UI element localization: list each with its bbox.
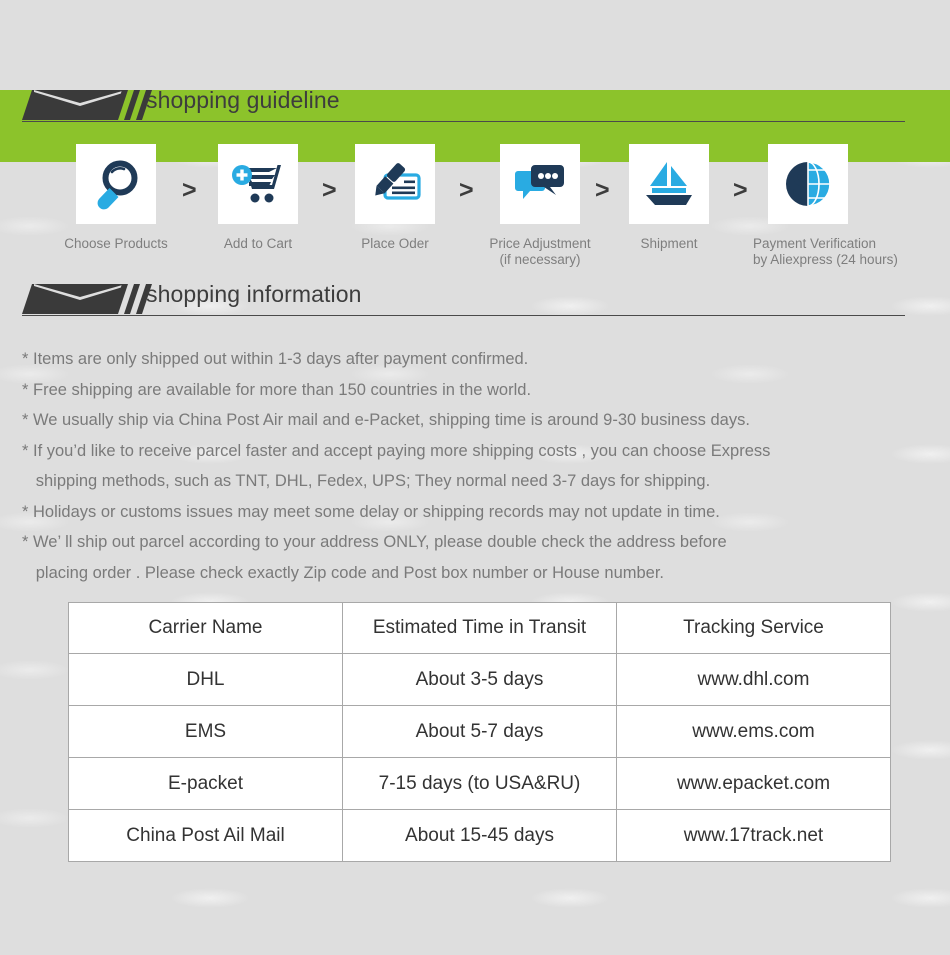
cell-tracking-service[interactable]: www.dhl.com <box>616 653 891 706</box>
cell-estimated-time: About 5-7 days <box>342 705 617 758</box>
table-row: EMS About 5-7 days www.ems.com <box>68 705 891 758</box>
cell-estimated-time: About 3-5 days <box>342 653 617 706</box>
step-price-adjustment[interactable]: Price Adjustment (if necessary) <box>485 144 595 268</box>
page-content: shopping guideline Choose Products > Add… <box>0 87 950 862</box>
step-label: Place Oder <box>340 236 450 252</box>
step-icon-box <box>76 144 156 224</box>
magnifier-icon <box>97 160 138 210</box>
step-label-line1: Choose Products <box>64 236 168 251</box>
cell-tracking-service[interactable]: www.epacket.com <box>616 757 891 810</box>
cell-carrier-name: E-packet <box>68 757 343 810</box>
info-line: * We’ ll ship out parcel according to yo… <box>22 533 727 551</box>
shipping-info-list: * Items are only shipped out within 1-3 … <box>0 344 950 588</box>
step-choose-products[interactable]: Choose Products <box>61 144 171 252</box>
info-line: * Holidays or customs issues may meet so… <box>22 502 720 521</box>
step-label: Shipment <box>614 236 724 252</box>
step-label: Choose Products <box>61 236 171 252</box>
step-icon-box <box>629 144 709 224</box>
step-label-line1: Payment Verification <box>753 236 877 251</box>
sailboat-icon <box>646 162 692 205</box>
step-label-line1: Price Adjustment <box>489 236 591 251</box>
cell-tracking-service[interactable]: www.17track.net <box>616 809 891 862</box>
step-label-line1: Shipment <box>640 236 698 251</box>
table-header-row: Carrier Name Estimated Time in Transit T… <box>68 602 891 654</box>
step-add-to-cart[interactable]: Add to Cart <box>203 144 313 252</box>
cell-carrier-name: China Post Ail Mail <box>68 809 343 862</box>
table-row: DHL About 3-5 days www.dhl.com <box>68 653 891 706</box>
chevron-right-icon-5: > <box>733 176 748 204</box>
info-line: placing order . Please check exactly Zip… <box>22 563 665 582</box>
table-header-estimated-time: Estimated Time in Transit <box>342 602 617 654</box>
guideline-title: shopping guideline <box>146 87 340 113</box>
step-place-order[interactable]: Place Oder <box>340 144 450 252</box>
step-label: Price Adjustment (if necessary) <box>485 236 595 268</box>
info-line: shipping methods, such as TNT, DHL, Fede… <box>22 472 711 490</box>
table-row: China Post Ail Mail About 15-45 days www… <box>68 809 891 862</box>
table-header-carrier-name: Carrier Name <box>68 602 343 654</box>
chevron-right-icon-2: > <box>322 176 337 204</box>
table-header-tracking-service: Tracking Service <box>616 602 891 654</box>
cell-carrier-name: DHL <box>68 653 343 706</box>
cell-estimated-time: 7-15 days (to USA&RU) <box>342 757 617 810</box>
info-line: * Items are only shipped out within 1-3 … <box>22 350 529 368</box>
chat-bubbles-icon <box>515 165 564 199</box>
information-title: shopping information <box>146 281 362 307</box>
step-label: Payment Verification by Aliexpress (24 h… <box>753 236 898 268</box>
step-label-line1: Place Oder <box>361 236 429 251</box>
step-icon-box <box>218 144 298 224</box>
step-label: Add to Cart <box>203 236 313 252</box>
guideline-steps: Choose Products > Add to Cart > Place Od… <box>0 144 950 274</box>
step-payment-verification[interactable]: $ Payment Verification by Aliexpress (24… <box>753 144 898 268</box>
guideline-rule <box>22 121 905 122</box>
chevron-right-icon-4: > <box>595 176 610 204</box>
information-rule <box>22 315 905 316</box>
info-line: * If you’d like to receive parcel faster… <box>22 441 771 460</box>
step-icon-box <box>500 144 580 224</box>
chevron-right-icon-1: > <box>182 176 197 204</box>
cell-tracking-service[interactable]: www.ems.com <box>616 705 891 758</box>
step-shipment[interactable]: Shipment <box>614 144 724 252</box>
step-label-line2: by Aliexpress (24 hours) <box>753 252 898 267</box>
info-line: * Free shipping are available for more t… <box>22 380 532 399</box>
carrier-table-wrapper: Carrier Name Estimated Time in Transit T… <box>0 602 950 862</box>
step-label-line2: (if necessary) <box>499 252 581 267</box>
add-to-cart-icon <box>232 165 281 203</box>
step-label-line1: Add to Cart <box>223 236 293 251</box>
pen-check-icon <box>375 163 421 200</box>
dollar-globe-icon: $ <box>786 161 831 207</box>
carrier-table: Carrier Name Estimated Time in Transit T… <box>68 602 891 862</box>
step-icon-box <box>355 144 435 224</box>
cell-carrier-name: EMS <box>68 705 343 758</box>
shopping-guideline-header: shopping guideline <box>0 87 950 130</box>
info-line: * We usually ship via China Post Air mai… <box>22 411 750 429</box>
chevron-right-icon-3: > <box>459 176 474 204</box>
cell-estimated-time: About 15-45 days <box>342 809 617 862</box>
step-icon-box: $ <box>768 144 848 224</box>
table-row: E-packet 7-15 days (to USA&RU) www.epack… <box>68 757 891 810</box>
shopping-information-header: shopping information <box>0 281 950 324</box>
